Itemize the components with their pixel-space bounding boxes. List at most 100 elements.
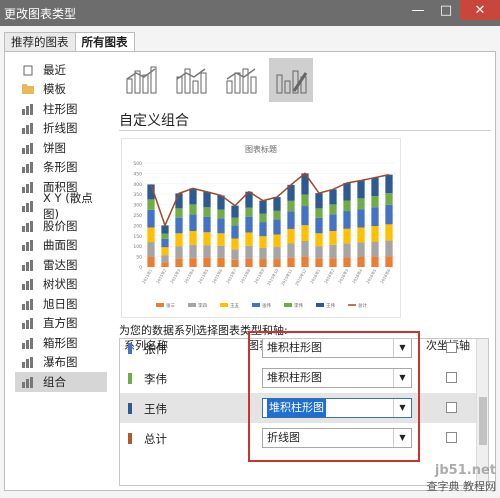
bar-segment (189, 231, 197, 245)
bar-segment (175, 217, 183, 234)
sidebar-item-surface-chart[interactable]: 曲面图 (15, 236, 107, 256)
y-tick-label: 0 (139, 265, 142, 271)
bar-segment (147, 227, 155, 243)
custom-combo-icon[interactable] (269, 58, 313, 102)
series-color-swatch (128, 433, 132, 444)
maximize-button[interactable]: □ (432, 0, 460, 20)
legend-label: 张伟 (262, 302, 271, 309)
bar-segment (385, 240, 393, 257)
bar-segment (147, 242, 155, 257)
legend-label: 王五 (230, 303, 239, 309)
bar-segment (161, 255, 169, 263)
bar-segment (175, 258, 183, 267)
bar-segment (301, 225, 309, 241)
x-tick-label: 2016年1 (309, 268, 322, 285)
bar-segment (301, 194, 309, 207)
chart-preview: 图表标题 0 50 100 150 200 250 300 350 400 450 500 2015年1… (121, 138, 401, 318)
chart-title: 图表标题 (245, 144, 277, 154)
legend-swatch (188, 303, 196, 307)
bar-segment (357, 198, 365, 210)
sidebar-item-waterfall[interactable]: 瀑布图 (15, 353, 107, 373)
x-tick-label: 2015年5 (197, 268, 210, 285)
legend-swatch (284, 303, 292, 307)
line-chart-icon (21, 122, 35, 135)
bar-segment (371, 241, 379, 257)
clustered-column-line-secondary-icon[interactable] (169, 58, 213, 102)
bar-segment (203, 245, 211, 258)
bar-segment (357, 227, 365, 243)
bar-segment (231, 217, 239, 226)
stock-chart-icon (21, 220, 35, 232)
x-tick-label: 2016年3 (337, 268, 350, 285)
y-tick-label: 350 (133, 192, 142, 198)
stacked-area-column-icon[interactable] (219, 58, 263, 102)
sidebar-item-folder[interactable]: 模板 (15, 80, 107, 100)
sidebar-item-box-whisker[interactable]: 箱形图 (15, 333, 107, 353)
x-tick-label: 2016年4 (351, 268, 364, 285)
y-tick-label: 150 (133, 234, 142, 240)
x-tick-label: 2015年10 (266, 267, 280, 286)
bar-segment (203, 191, 211, 208)
bar-segment (315, 208, 323, 218)
tab-recommended-charts[interactable]: 推荐的图表 (4, 32, 76, 52)
secondary-axis-checkbox[interactable] (446, 402, 457, 413)
legend-swatch (316, 303, 324, 307)
legend-label: 李伟 (294, 302, 303, 309)
bar-segment (217, 257, 225, 267)
bar-segment (343, 200, 351, 212)
series-name: 王伟 (144, 402, 167, 416)
bar-segment (273, 247, 281, 260)
sidebar-item-scatter-chart[interactable]: X Y (散点图) (15, 191, 107, 221)
scrollbar-thumb[interactable] (479, 397, 487, 445)
bar-chart-icon (21, 161, 35, 174)
bar-segment (189, 244, 197, 259)
bar-segment (371, 196, 379, 208)
x-tick-label: 2015年12 (294, 267, 308, 286)
close-button[interactable]: ✕ (460, 0, 500, 20)
sidebar-item-line-chart[interactable]: 折线图 (15, 119, 107, 139)
bar-segment (273, 210, 281, 220)
box-whisker-icon (21, 337, 35, 349)
chart-type-list: 最近 模板 柱形图 折线图 饼图 条形图 面积图 X Y (散点图) 股价图 曲面图 雷达图 树状图旭… (15, 60, 107, 392)
surface-chart-icon (21, 239, 35, 252)
sidebar-item-label: 柱形图 (43, 101, 78, 116)
folder-icon (21, 83, 35, 95)
sidebar-item-label: 箱形图 (43, 335, 78, 350)
bar-segment (245, 232, 253, 246)
sidebar-item-label: 曲面图 (43, 238, 78, 253)
sidebar-item-bar-chart[interactable]: 条形图 (15, 158, 107, 178)
x-tick-label: 2015年4 (183, 268, 196, 285)
sidebar-item-label: 模板 (43, 82, 66, 97)
x-tick-label: 2015年6 (211, 268, 224, 285)
secondary-axis-checkbox[interactable] (446, 342, 457, 353)
sidebar-item-recent[interactable]: 最近 (15, 60, 107, 80)
bar-segment (385, 224, 393, 241)
sidebar-item-combo-chart[interactable]: 组合 (15, 372, 107, 392)
y-tick-label: 500 (133, 161, 142, 167)
scatter-chart-icon (21, 200, 35, 213)
bar-segment (287, 228, 295, 244)
bar-segment (385, 256, 393, 267)
tab-all-charts[interactable]: 所有图表 (74, 32, 135, 52)
secondary-axis-checkbox[interactable] (446, 432, 457, 443)
minimize-button[interactable]: — (404, 0, 432, 20)
legend-label: 李四 (198, 302, 207, 309)
bar-segment (329, 258, 337, 267)
secondary-axis-checkbox[interactable] (446, 372, 457, 383)
sidebar-item-histogram[interactable]: 直方图 (15, 314, 107, 334)
divider (119, 130, 491, 131)
series-name: 李伟 (144, 372, 167, 386)
bar-segment (273, 234, 281, 248)
radar-chart-icon (21, 259, 35, 271)
sidebar-item-treemap[interactable]: 树状图 (15, 275, 107, 295)
sidebar-item-pie-chart[interactable]: 饼图 (15, 138, 107, 158)
clustered-column-line-icon[interactable] (119, 58, 163, 102)
sidebar-item-radar-chart[interactable]: 雷达图 (15, 255, 107, 275)
bar-segment (329, 231, 337, 245)
bar-segment (217, 218, 225, 234)
bar-segment (245, 216, 253, 233)
sidebar-item-sunburst[interactable]: 旭日图 (15, 294, 107, 314)
sidebar-item-column-chart[interactable]: 柱形图 (15, 99, 107, 119)
bar-segment (273, 197, 281, 211)
series-name: 总计 (144, 432, 167, 446)
